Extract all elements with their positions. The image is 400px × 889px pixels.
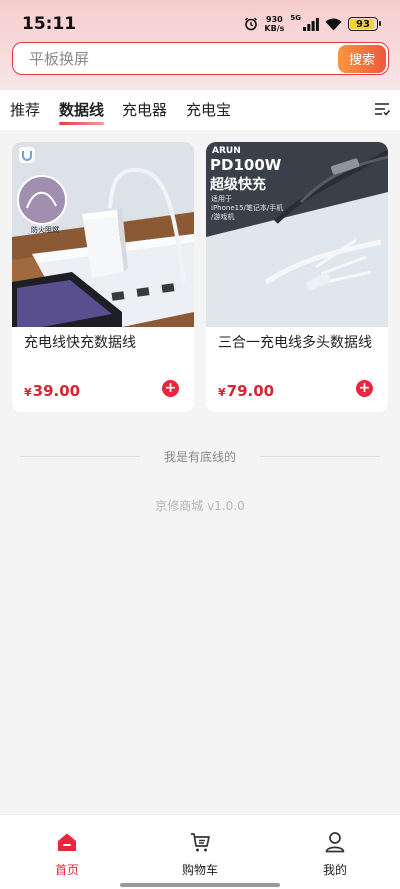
product-price: ¥39.00 (24, 382, 80, 400)
net-speed-unit: KB/s (264, 24, 285, 33)
nav-item-profile[interactable]: 我的 (295, 831, 375, 878)
search-bar: 搜索 (12, 42, 389, 75)
net-speed: 930 KB/s (264, 15, 284, 33)
product-card[interactable]: 防火阻燃 充电线快充数据线 ¥39.00 + (12, 142, 194, 412)
image-badge-text: 防火阻燃 (31, 226, 59, 234)
end-of-list-text: 我是有底线的 (164, 449, 237, 464)
nav-item-cart[interactable]: 购物车 (160, 831, 240, 878)
image-headline-1: PD100W (210, 156, 282, 174)
image-note-3: /游戏机 (211, 213, 235, 221)
status-bar: 15:11 930 KB/s 5G 93 (0, 0, 400, 44)
nav-label-home: 首页 (54, 863, 79, 877)
status-time: 15:11 (22, 14, 77, 34)
product-title: 充电线快充数据线 (24, 335, 136, 351)
divider-line (20, 455, 140, 457)
network-type: 5G (290, 14, 301, 22)
user-icon (325, 832, 345, 853)
tab-data-cable[interactable]: 数据线 (59, 99, 105, 125)
app-version: 京修商城 v1.0.0 (155, 499, 245, 513)
image-headline-2: 超级快充 (210, 177, 266, 193)
nav-item-home[interactable]: 首页 (27, 831, 107, 878)
tab-recommend[interactable]: 推荐 (10, 99, 40, 120)
filter-menu-icon[interactable] (374, 101, 390, 117)
price-value: 39.00 (32, 382, 81, 400)
home-icon (58, 833, 76, 851)
divider-line (260, 455, 381, 457)
currency-symbol: ¥ (24, 386, 32, 399)
product-image: 防火阻燃 (12, 142, 194, 327)
add-to-cart-button[interactable]: + (356, 380, 373, 397)
bottom-nav: 首页 购物车 我的 (0, 814, 400, 889)
tab-charger[interactable]: 充电器 (122, 99, 167, 120)
net-speed-value: 930 (266, 15, 283, 24)
battery-percent: 93 (356, 18, 370, 30)
category-tabs: 推荐 数据线 充电器 充电宝 (0, 90, 400, 130)
signal-icon (303, 17, 319, 31)
cart-icon (191, 833, 210, 852)
home-indicator (120, 883, 280, 887)
tab-power-bank[interactable]: 充电宝 (186, 99, 231, 120)
search-button[interactable]: 搜索 (338, 44, 386, 73)
nav-label-cart: 购物车 (181, 863, 218, 877)
add-to-cart-button[interactable]: + (162, 380, 179, 397)
product-title: 三合一充电线多头数据线 (218, 335, 372, 351)
product-image: ARUN PD100W 超级快充 适用于 iPhone15/笔记本/手机 /游戏… (206, 142, 388, 327)
search-input[interactable] (13, 43, 338, 74)
nav-label-profile: 我的 (322, 863, 347, 877)
product-price: ¥79.00 (218, 382, 274, 400)
currency-symbol: ¥ (218, 386, 226, 399)
product-card[interactable]: ARUN PD100W 超级快充 适用于 iPhone15/笔记本/手机 /游戏… (206, 142, 388, 412)
end-of-list-divider: 我是有底线的 (20, 447, 381, 465)
image-brand-text: ARUN (212, 146, 241, 156)
alarm-icon (245, 17, 258, 31)
price-value: 79.00 (226, 382, 275, 400)
wifi-icon (325, 18, 342, 30)
status-icons: 930 KB/s 5G 93 (244, 14, 381, 34)
battery-icon: 93 (348, 17, 381, 31)
